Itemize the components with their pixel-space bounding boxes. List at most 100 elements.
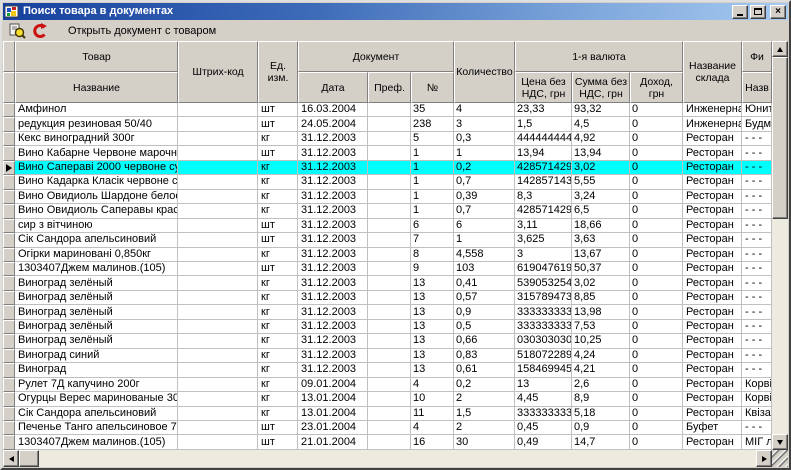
cell-firm[interactable]: - - -	[742, 132, 772, 146]
cell-warehouse[interactable]: Ресторан	[683, 363, 742, 377]
cell-qty[interactable]: 103	[454, 262, 515, 276]
cell-num[interactable]: 1	[411, 175, 454, 189]
cell-qty[interactable]: 6	[454, 219, 515, 233]
cell-pref[interactable]	[368, 248, 411, 262]
cell-firm[interactable]: - - -	[742, 146, 772, 160]
row-marker[interactable]	[3, 276, 15, 290]
cell-sum[interactable]: 8,9	[572, 392, 630, 406]
cell-sum[interactable]: 4,92	[572, 132, 630, 146]
cell-name[interactable]: Виноград	[15, 363, 178, 377]
cell-income[interactable]: 0	[630, 262, 683, 276]
cell-income[interactable]: 0	[630, 175, 683, 189]
row-marker[interactable]	[3, 175, 15, 189]
cell-name[interactable]: Рулет 7Д капучино 200г	[15, 378, 178, 392]
cell-num[interactable]: 16	[411, 435, 454, 449]
cell-warehouse[interactable]: Ресторан	[683, 435, 742, 449]
cell-date[interactable]: 24.05.2004	[298, 117, 368, 131]
cell-price[interactable]: 23,33	[515, 103, 572, 117]
cell-pref[interactable]	[368, 233, 411, 247]
cell-barcode[interactable]	[178, 146, 258, 160]
table-row[interactable]: редукция резиновая 50/40шт24.05.20042383…	[3, 117, 772, 131]
cell-barcode[interactable]	[178, 305, 258, 319]
cell-qty[interactable]: 30	[454, 435, 515, 449]
cell-qty[interactable]: 3	[454, 117, 515, 131]
cell-name[interactable]: Виноград зелёный	[15, 320, 178, 334]
cell-firm[interactable]: - - -	[742, 233, 772, 247]
cell-barcode[interactable]	[178, 291, 258, 305]
row-marker[interactable]	[3, 132, 15, 146]
cell-unit[interactable]: кг	[258, 349, 298, 363]
cell-num[interactable]: 10	[411, 392, 454, 406]
cell-date[interactable]: 31.12.2003	[298, 320, 368, 334]
cell-name[interactable]: Вино Кадарка Класік червоне сухе 9	[15, 175, 178, 189]
app-icon[interactable]	[5, 5, 19, 18]
cell-sum[interactable]: 13,67	[572, 248, 630, 262]
cell-price[interactable]: 4444444444	[515, 132, 572, 146]
cell-date[interactable]: 31.12.2003	[298, 219, 368, 233]
cell-pref[interactable]	[368, 392, 411, 406]
cell-income[interactable]: 0	[630, 146, 683, 160]
cell-warehouse[interactable]: Ресторан	[683, 219, 742, 233]
cell-firm[interactable]: - - -	[742, 334, 772, 348]
cell-barcode[interactable]	[178, 421, 258, 435]
cell-barcode[interactable]	[178, 117, 258, 131]
cell-date[interactable]: 31.12.2003	[298, 161, 368, 175]
row-marker[interactable]	[3, 219, 15, 233]
cell-firm[interactable]: Корвін	[742, 392, 772, 406]
table-row[interactable]: Виноград зелёныйкг31.12.2003130,93333333…	[3, 305, 772, 319]
cell-income[interactable]: 0	[630, 219, 683, 233]
cell-income[interactable]: 0	[630, 320, 683, 334]
row-marker[interactable]	[3, 320, 15, 334]
table-row[interactable]: Виноградкг31.12.2003130,611584699454,210…	[3, 363, 772, 377]
cell-barcode[interactable]	[178, 276, 258, 290]
vertical-scrollbar[interactable]	[772, 41, 788, 450]
cell-warehouse[interactable]: Ресторан	[683, 392, 742, 406]
cell-sum[interactable]: 4,5	[572, 117, 630, 131]
cell-unit[interactable]: кг	[258, 407, 298, 421]
cell-date[interactable]: 23.01.2004	[298, 421, 368, 435]
cell-pref[interactable]	[368, 103, 411, 117]
cell-warehouse[interactable]: Ресторан	[683, 262, 742, 276]
cell-pref[interactable]	[368, 320, 411, 334]
cell-name[interactable]: Огурцы Верес маринованые 300г	[15, 392, 178, 406]
cell-warehouse[interactable]: Ресторан	[683, 146, 742, 160]
cell-name[interactable]: Виноград зелёный	[15, 276, 178, 290]
horizontal-scroll-track[interactable]	[39, 450, 756, 467]
cell-income[interactable]: 0	[630, 190, 683, 204]
cell-date[interactable]: 31.12.2003	[298, 349, 368, 363]
cell-income[interactable]: 0	[630, 248, 683, 262]
cell-firm[interactable]: - - -	[742, 219, 772, 233]
cell-income[interactable]: 0	[630, 305, 683, 319]
table-row[interactable]: Печенье Танго апельсиновое 75гшт23.01.20…	[3, 421, 772, 435]
cell-date[interactable]: 31.12.2003	[298, 363, 368, 377]
cell-sum[interactable]: 13,94	[572, 146, 630, 160]
row-marker[interactable]	[3, 161, 15, 175]
cell-qty[interactable]: 0,3	[454, 132, 515, 146]
cell-date[interactable]: 31.12.2003	[298, 248, 368, 262]
cell-pref[interactable]	[368, 291, 411, 305]
cell-firm[interactable]: - - -	[742, 190, 772, 204]
cell-warehouse[interactable]: Ресторан	[683, 233, 742, 247]
cell-name[interactable]: Виноград зелёный	[15, 305, 178, 319]
cell-pref[interactable]	[368, 378, 411, 392]
cell-pref[interactable]	[368, 407, 411, 421]
cell-unit[interactable]: кг	[258, 132, 298, 146]
cell-price[interactable]: 5390532544	[515, 276, 572, 290]
cell-price[interactable]: 8,3	[515, 190, 572, 204]
cell-income[interactable]: 0	[630, 392, 683, 406]
cell-name[interactable]: Сік Сандора апельсиновий	[15, 233, 178, 247]
cell-firm[interactable]: Корвін	[742, 378, 772, 392]
cell-qty[interactable]: 2	[454, 421, 515, 435]
cell-unit[interactable]: кг	[258, 276, 298, 290]
vertical-scroll-thumb[interactable]	[772, 57, 788, 219]
cell-warehouse[interactable]: Ресторан	[683, 349, 742, 363]
cell-income[interactable]: 0	[630, 291, 683, 305]
cell-firm[interactable]: - - -	[742, 262, 772, 276]
cell-num[interactable]: 238	[411, 117, 454, 131]
cell-name[interactable]: Виноград зелёный	[15, 291, 178, 305]
cell-unit[interactable]: шт	[258, 233, 298, 247]
cell-sum[interactable]: 7,53	[572, 320, 630, 334]
cell-unit[interactable]: кг	[258, 161, 298, 175]
cell-qty[interactable]: 4,558	[454, 248, 515, 262]
cell-pref[interactable]	[368, 262, 411, 276]
